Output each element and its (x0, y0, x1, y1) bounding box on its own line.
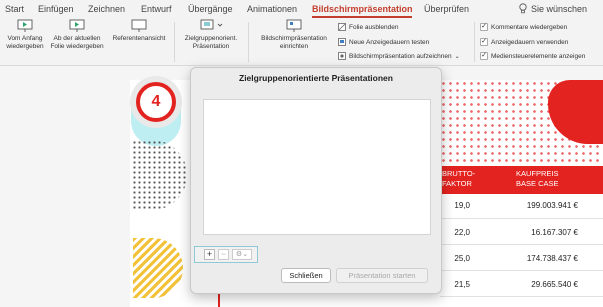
presenter-view-icon (131, 19, 147, 32)
options-gear-icon[interactable]: ⚙︎⌄ (232, 249, 252, 260)
tab-draw[interactable]: Zeichnen (88, 4, 125, 14)
ribbon-tabs: Start Einfügen Zeichnen Entwurf Übergäng… (0, 0, 603, 18)
table-cell: 22,0 (454, 228, 470, 237)
tab-review[interactable]: Überprüfen (424, 4, 469, 14)
checkbox-checked-icon: ✓ (480, 52, 488, 60)
presenter-view-button[interactable]: Referentenansicht (110, 19, 168, 43)
tab-insert[interactable]: Einfügen (38, 4, 74, 14)
play-from-current-label: Ab der aktuellen Folie wiedergeben (50, 35, 104, 50)
record-show-label: Bildschirmpräsentation aufzeichnen (349, 52, 452, 60)
timer-icon (338, 38, 346, 46)
table-row-divider (440, 296, 603, 297)
hide-slide-label: Folie ausblenden (349, 23, 399, 31)
use-timings-label: Anzeigedauern verwenden (491, 38, 569, 46)
add-button[interactable]: + (204, 249, 215, 260)
custom-shows-dialog: Zielgruppenorientierte Präsentationen + … (190, 67, 442, 294)
tab-design[interactable]: Entwurf (141, 4, 172, 14)
column-header-factor: BRUTTO- FAKTOR (442, 169, 476, 188)
table-row-divider (440, 244, 603, 245)
table-header: BRUTTO- FAKTOR KAUFPREIS BASE CASE (440, 166, 603, 194)
hide-slide-icon (338, 23, 346, 31)
play-from-start-icon (17, 19, 33, 32)
table-row-divider (440, 270, 603, 271)
setup-show-label: Bildschirmpräsentation einrichten (261, 35, 327, 50)
checkbox-checked-icon: ✓ (480, 23, 488, 31)
slide-number-badge: 4 (136, 82, 176, 122)
column-header-price: KAUFPREIS BASE CASE (516, 169, 559, 188)
remove-button[interactable]: − (218, 249, 229, 260)
table-cell: 29.665.540 € (531, 280, 578, 289)
close-button[interactable]: Schließen (281, 268, 331, 283)
table-cell: 19,0 (454, 201, 470, 210)
rehearse-timings-button[interactable]: Neue Anzeigedauern testen (338, 38, 429, 46)
tab-slideshow[interactable]: Bildschirmpräsentation (312, 4, 413, 14)
rehearse-timings-label: Neue Anzeigedauern testen (349, 38, 430, 46)
ribbon-separator (174, 22, 175, 62)
ribbon: Vom Anfang wiedergeben Ab der aktuellen … (0, 18, 603, 66)
lightbulb-icon (519, 3, 527, 14)
custom-show-button[interactable]: Zielgruppenorient. Präsentation (180, 19, 242, 51)
ribbon-separator (474, 22, 475, 62)
setup-show-button[interactable]: Bildschirmpräsentation einrichten (254, 19, 334, 51)
play-from-current-button[interactable]: Ab der aktuellen Folie wiedergeben (48, 19, 106, 51)
ribbon-separator (248, 22, 249, 62)
play-narrations-label: Kommentare wiedergeben (491, 23, 568, 31)
table-cell: 25,0 (454, 254, 470, 263)
table-cell: 16.167.307 € (531, 228, 578, 237)
tell-me-search[interactable]: Sie wünschen (531, 4, 587, 14)
show-media-controls-label: Mediensteuerelemente anzeigen (491, 52, 586, 60)
record-icon (338, 52, 346, 60)
table-cell: 174.738.437 € (526, 254, 578, 263)
chevron-down-icon: ⌄ (454, 53, 460, 60)
table-cell: 199.003.941 € (526, 201, 578, 210)
play-from-start-label: Vom Anfang wiedergeben (6, 35, 44, 50)
start-show-button[interactable]: Präsentation starten (336, 268, 428, 283)
dialog-title: Zielgruppenorientierte Präsentationen (239, 73, 393, 83)
presenter-view-label: Referentenansicht (112, 35, 166, 42)
custom-show-icon (200, 19, 223, 30)
list-toolbar: + − ⚙︎⌄ (194, 246, 258, 263)
setup-show-icon (286, 19, 302, 32)
tab-transitions[interactable]: Übergänge (188, 4, 233, 14)
custom-show-label: Zielgruppenorient. Präsentation (184, 35, 238, 50)
use-timings-checkbox[interactable]: ✓ Anzeigedauern verwenden (480, 38, 568, 46)
tab-animations[interactable]: Animationen (247, 4, 297, 14)
hide-slide-button[interactable]: Folie ausblenden (338, 23, 399, 31)
record-show-button[interactable]: Bildschirmpräsentation aufzeichnen ⌄ (338, 52, 460, 60)
checkbox-checked-icon: ✓ (480, 38, 488, 46)
table-row-divider (440, 218, 603, 219)
table-cell: 21,5 (454, 280, 470, 289)
play-from-current-icon (69, 19, 85, 32)
show-media-controls-checkbox[interactable]: ✓ Mediensteuerelemente anzeigen (480, 52, 585, 60)
tab-start[interactable]: Start (5, 4, 24, 14)
custom-shows-list[interactable] (203, 99, 431, 235)
play-from-start-button[interactable]: Vom Anfang wiedergeben (4, 19, 46, 51)
play-narrations-checkbox[interactable]: ✓ Kommentare wiedergeben (480, 23, 567, 31)
